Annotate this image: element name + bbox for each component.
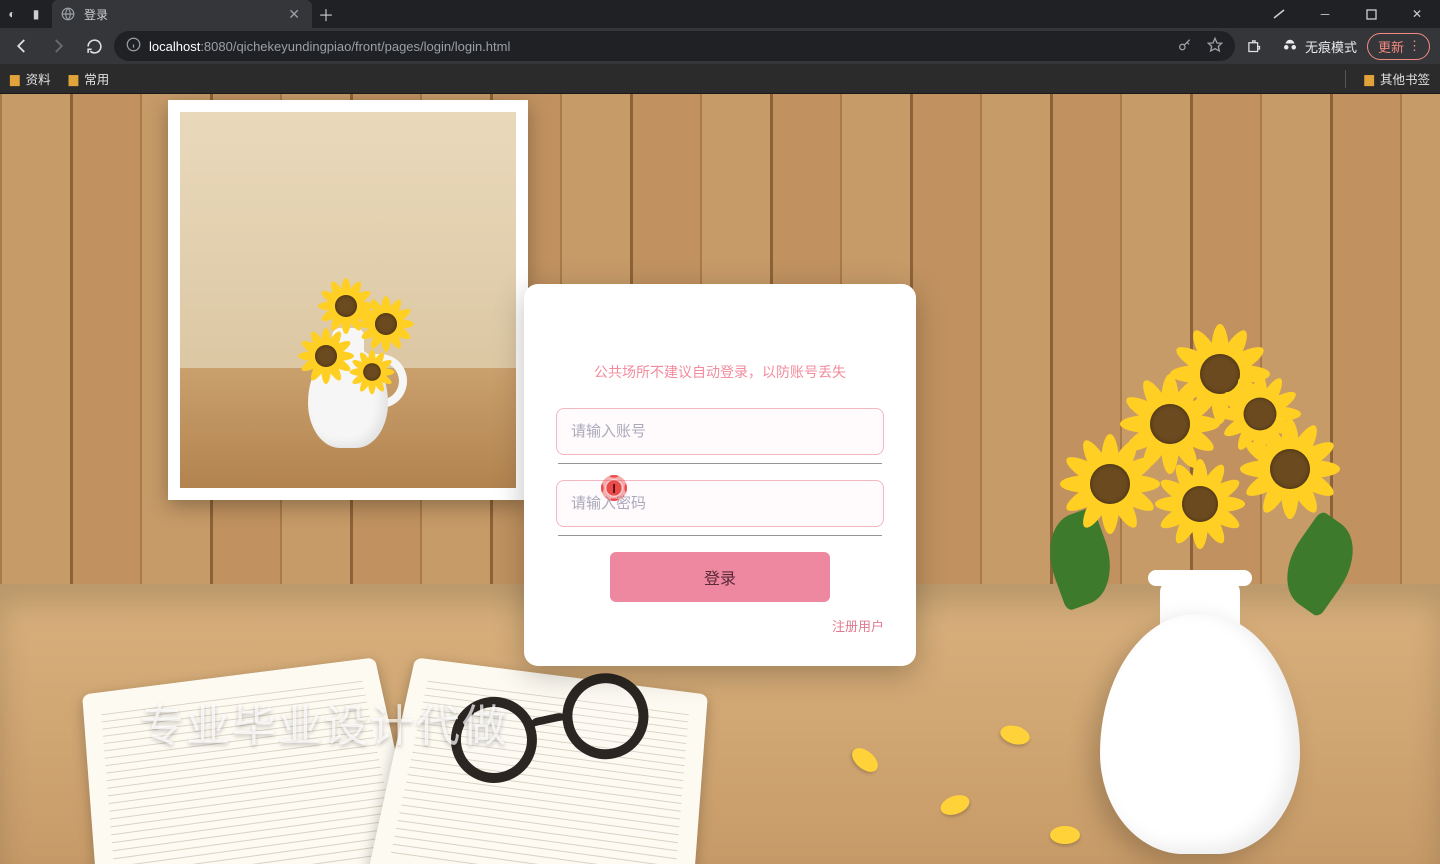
login-hint: 公共场所不建议自动登录，以防账号丢失 bbox=[556, 362, 884, 382]
folder-icon: ▆ bbox=[1364, 71, 1374, 86]
register-link[interactable]: 注册用户 bbox=[832, 619, 884, 634]
window-controls: ─ ✕ bbox=[1256, 0, 1440, 28]
reload-button[interactable] bbox=[78, 30, 110, 62]
cursor-indicator-icon: I bbox=[601, 475, 627, 501]
site-info-icon[interactable] bbox=[126, 37, 141, 55]
bookmark-label: 常用 bbox=[84, 69, 109, 88]
username-wrap bbox=[556, 408, 884, 455]
window-minimize-icon[interactable] bbox=[1256, 0, 1302, 28]
login-button[interactable]: 登录 bbox=[610, 552, 830, 602]
taskbar-icon: ▮ bbox=[24, 7, 48, 21]
minimize-icon[interactable]: ─ bbox=[1302, 0, 1348, 28]
bookmarks-bar: ▆ 资料 ▆ 常用 ▆ 其他书签 bbox=[0, 64, 1440, 94]
globe-icon bbox=[60, 6, 76, 22]
folder-icon: ▆ bbox=[10, 71, 20, 86]
bookmark-label: 其他书签 bbox=[1380, 69, 1430, 88]
password-key-icon[interactable] bbox=[1177, 37, 1193, 56]
vase-decoration bbox=[1020, 334, 1380, 854]
forward-button[interactable] bbox=[42, 30, 74, 62]
password-wrap: I bbox=[556, 480, 884, 527]
close-window-icon[interactable]: ✕ bbox=[1394, 0, 1440, 28]
page-viewport: 专业毕业设计代做 公共场所不建议自动登录，以防账号丢失 I 登录 注册用户 bbox=[0, 94, 1440, 864]
text-cursor-icon: I bbox=[612, 481, 616, 496]
address-bar[interactable]: localhost:8080/qichekeyundingpiao/front/… bbox=[114, 31, 1235, 61]
back-button[interactable] bbox=[6, 30, 38, 62]
menu-dots-icon: ⋮ bbox=[1408, 38, 1419, 54]
tab-strip: ◐ ▮ 登录 ✕ ＋ ─ ✕ bbox=[0, 0, 1440, 28]
maximize-icon[interactable] bbox=[1348, 0, 1394, 28]
divider bbox=[1345, 70, 1346, 88]
wall-picture bbox=[168, 100, 528, 500]
tab-title: 登录 bbox=[84, 6, 284, 23]
username-input[interactable] bbox=[557, 409, 883, 454]
url-text: localhost:8080/qichekeyundingpiao/front/… bbox=[149, 39, 510, 54]
update-label: 更新 bbox=[1378, 37, 1404, 56]
bookmark-star-icon[interactable] bbox=[1207, 37, 1223, 56]
app-icon: ◐ bbox=[0, 7, 24, 21]
close-tab-icon[interactable]: ✕ bbox=[284, 6, 304, 23]
incognito-icon bbox=[1281, 36, 1299, 57]
incognito-label: 无痕模式 bbox=[1305, 37, 1357, 56]
browser-toolbar: localhost:8080/qichekeyundingpiao/front/… bbox=[0, 28, 1440, 64]
update-button[interactable]: 更新 ⋮ bbox=[1367, 33, 1430, 60]
petal-decoration bbox=[1050, 826, 1080, 844]
bookmark-label: 资料 bbox=[26, 69, 51, 88]
folder-icon: ▆ bbox=[69, 71, 79, 86]
divider bbox=[558, 535, 882, 536]
browser-window: ◐ ▮ 登录 ✕ ＋ ─ ✕ bbox=[0, 0, 1440, 864]
browser-tab[interactable]: 登录 ✕ bbox=[52, 0, 312, 28]
login-card: 公共场所不建议自动登录，以防账号丢失 I 登录 注册用户 bbox=[524, 284, 916, 666]
new-tab-button[interactable]: ＋ bbox=[312, 2, 340, 26]
watermark-text: 专业毕业设计代做 bbox=[140, 690, 508, 754]
bookmark-item-1[interactable]: ▆ 常用 bbox=[69, 69, 110, 88]
divider bbox=[558, 463, 882, 464]
bookmark-item-0[interactable]: ▆ 资料 bbox=[10, 69, 51, 88]
extensions-icon[interactable] bbox=[1239, 30, 1271, 62]
incognito-indicator[interactable]: 无痕模式 bbox=[1281, 36, 1357, 57]
other-bookmarks[interactable]: ▆ 其他书签 bbox=[1364, 69, 1430, 88]
